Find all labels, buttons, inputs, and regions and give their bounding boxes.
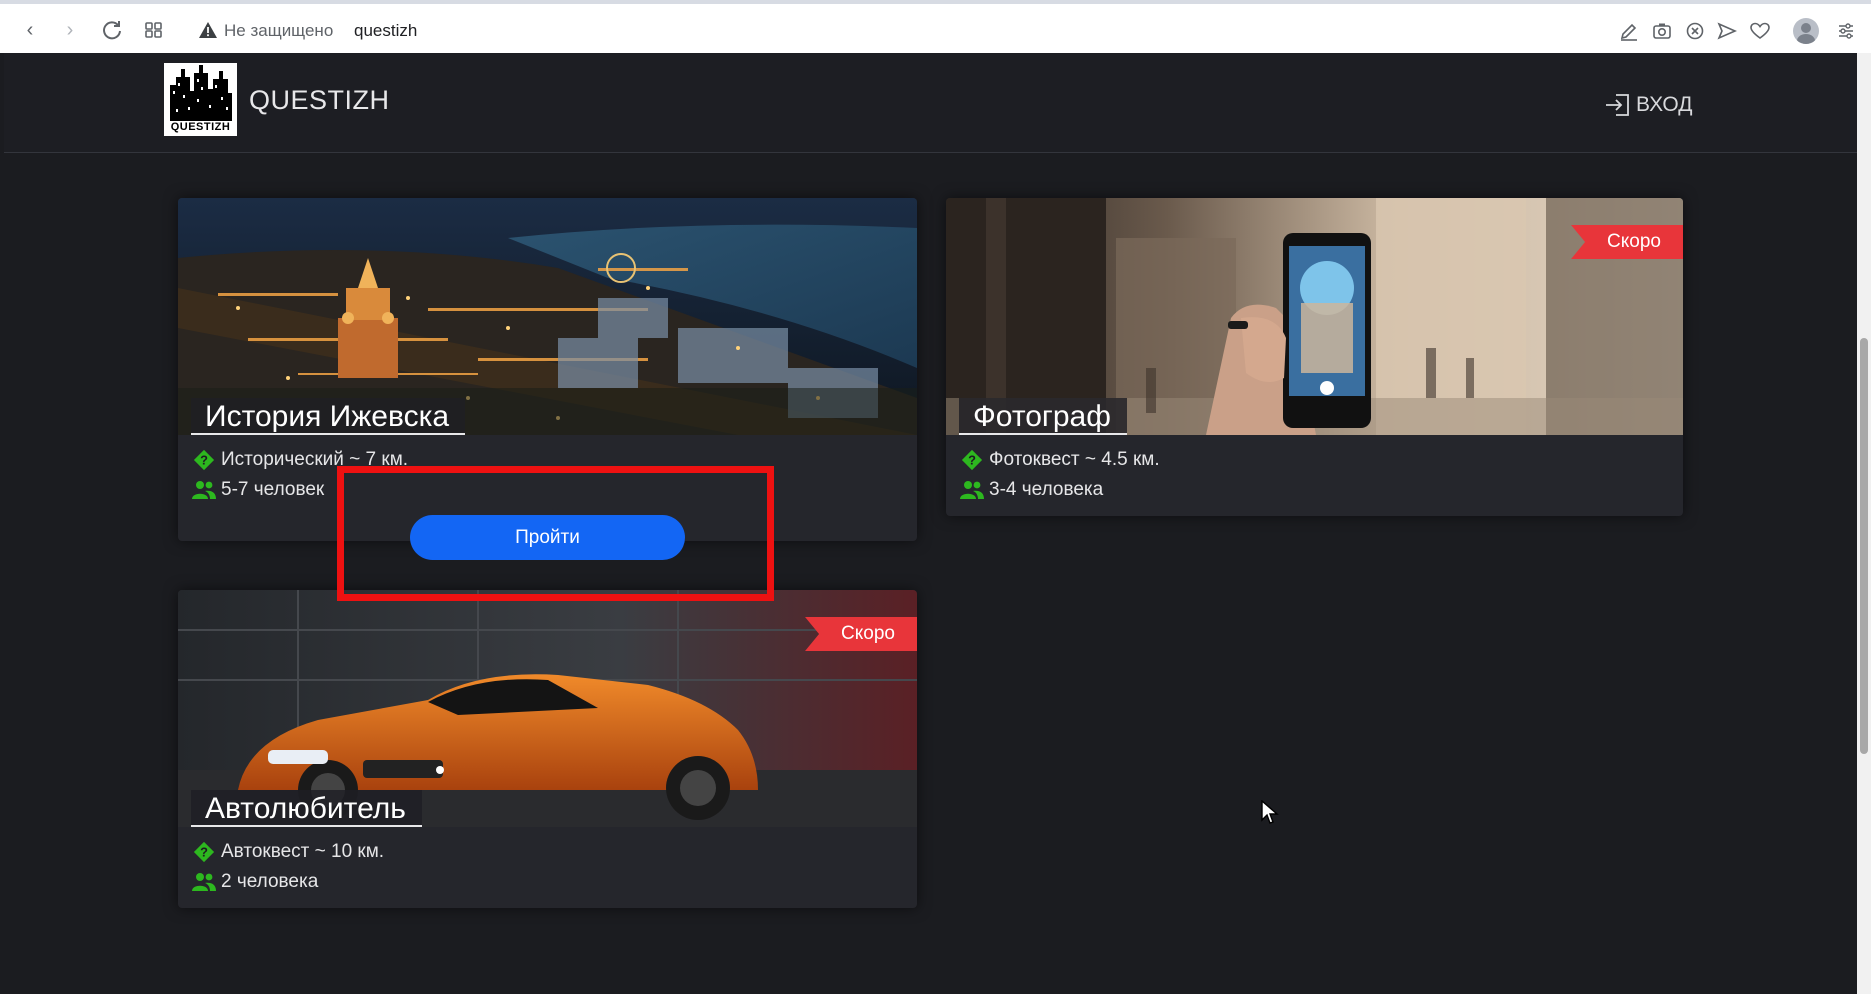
quest-people-text: 5-7 человек (221, 479, 325, 500)
users-icon (960, 481, 984, 499)
login-icon (1606, 94, 1629, 116)
block-icon[interactable] (1684, 20, 1706, 42)
users-icon (192, 481, 216, 499)
card-title: Фотограф (959, 398, 1127, 435)
reload-icon[interactable] (100, 18, 124, 42)
login-link[interactable]: ВХОД (1604, 91, 1693, 119)
security-label[interactable]: Не защищено (224, 21, 333, 41)
quest-type-text: Автоквест ~ 10 км. (221, 841, 385, 862)
logo[interactable]: QUESTIZH (164, 63, 237, 136)
question-icon: ? (193, 449, 215, 471)
tabs-grid-icon[interactable] (142, 18, 166, 42)
city-logo-icon (170, 65, 232, 121)
warning-icon[interactable] (198, 20, 218, 40)
card-title: История Ижевска (191, 398, 466, 435)
send-icon[interactable] (1716, 20, 1738, 42)
users-icon (192, 873, 216, 891)
svg-text:?: ? (200, 453, 208, 468)
edit-icon[interactable] (1618, 20, 1640, 42)
quest-card-history[interactable]: История Ижевска ? Исторический ~ 7 км. 5… (178, 198, 917, 541)
start-quest-button[interactable]: Пройти (410, 515, 685, 560)
quest-type-row: ? Автоквест ~ 10 км. (192, 840, 384, 864)
question-icon: ? (961, 449, 983, 471)
card-title: Автолюбитель (191, 790, 422, 827)
svg-text:?: ? (200, 845, 208, 860)
quest-people-row: 3-4 человека (960, 478, 1103, 502)
quest-type-row: ? Исторический ~ 7 км. (192, 448, 408, 472)
site-header: QUESTIZH QUESTIZH ВХОД (4, 53, 1857, 153)
quest-people-row: 5-7 человек (192, 478, 324, 502)
scrollbar-thumb[interactable] (1860, 338, 1868, 754)
back-icon[interactable]: ‹ (18, 18, 42, 42)
quest-type-text: Исторический ~ 7 км. (221, 449, 409, 470)
address-bar[interactable]: questizh (354, 21, 417, 41)
login-label: ВХОД (1636, 93, 1693, 116)
camera-icon[interactable] (1651, 20, 1673, 42)
forward-icon[interactable]: › (58, 18, 82, 42)
quest-card-motorist[interactable]: Скоро Автолюбитель ? Автоквест ~ 10 км. … (178, 590, 917, 908)
mouse-cursor-icon (1261, 800, 1279, 824)
profile-avatar[interactable] (1793, 18, 1819, 44)
quest-people-text: 2 человека (221, 871, 319, 892)
question-icon: ? (193, 841, 215, 863)
svg-text:?: ? (968, 453, 976, 468)
settings-sliders-icon[interactable] (1835, 20, 1857, 42)
soon-badge: Скоро (1571, 225, 1683, 259)
heart-icon[interactable] (1749, 20, 1771, 42)
quest-people-row: 2 человека (192, 870, 318, 894)
soon-badge: Скоро (805, 617, 917, 651)
quest-type-text: Фотоквест ~ 4.5 км. (989, 449, 1160, 470)
browser-toolbar: ‹ › Не защищено questizh (0, 0, 1871, 53)
site-title[interactable]: QUESTIZH (249, 85, 390, 116)
logo-text: QUESTIZH (170, 121, 231, 133)
quest-people-text: 3-4 человека (989, 479, 1104, 500)
quest-type-row: ? Фотоквест ~ 4.5 км. (960, 448, 1160, 472)
quest-card-photographer[interactable]: Скоро Фотограф ? Фотоквест ~ 4.5 км. 3-4… (946, 198, 1683, 516)
